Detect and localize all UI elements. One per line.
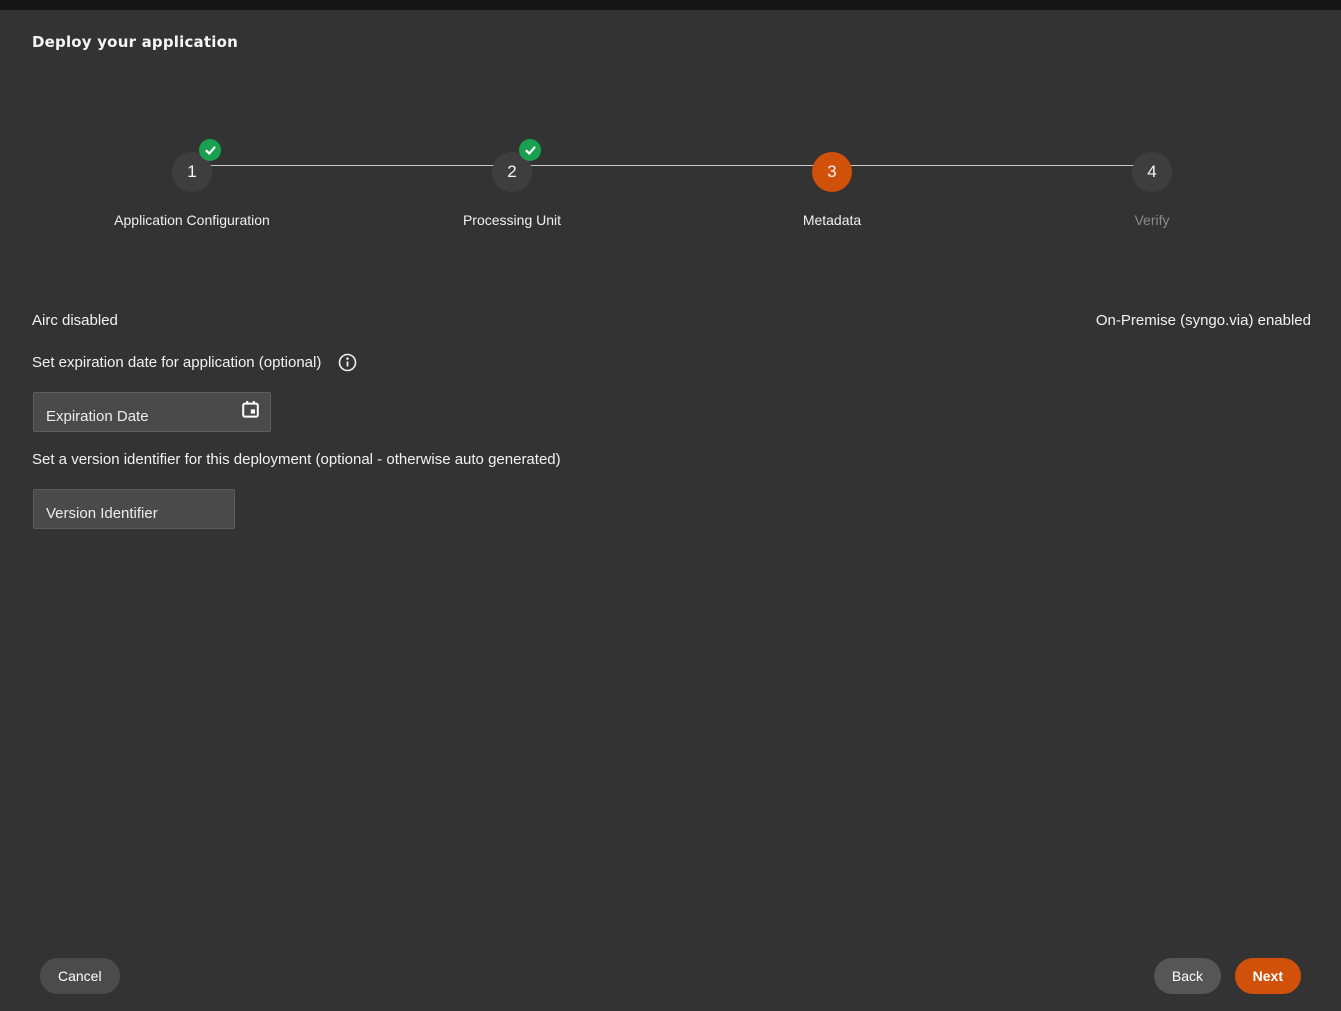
expiration-label: Set expiration date for application (opt… (32, 354, 321, 371)
step-4-label: Verify (992, 212, 1312, 228)
step-1-circle[interactable]: 1 (172, 152, 212, 192)
stepper: 1 Application Configuration 2 Processing… (0, 0, 1341, 240)
step-application-configuration: 1 Application Configuration (32, 152, 352, 228)
step-1-number: 1 (187, 162, 196, 181)
info-icon[interactable] (338, 353, 357, 372)
on-premise-status-text: On-Premise (syngo.via) enabled (1096, 312, 1311, 329)
expiration-label-row: Set expiration date for application (opt… (32, 353, 357, 372)
cancel-button[interactable]: Cancel (40, 958, 120, 994)
step-processing-unit: 2 Processing Unit (352, 152, 672, 228)
next-button[interactable]: Next (1235, 958, 1301, 994)
check-icon (519, 139, 541, 161)
step-1-label: Application Configuration (32, 212, 352, 228)
back-button[interactable]: Back (1154, 958, 1221, 994)
version-identifier-input[interactable] (33, 489, 235, 529)
version-label: Set a version identifier for this deploy… (32, 451, 561, 468)
step-3-label: Metadata (672, 212, 992, 228)
airc-status-text: Airc disabled (32, 312, 118, 329)
check-icon (199, 139, 221, 161)
step-3-number: 3 (827, 162, 836, 181)
version-identifier-field (33, 489, 235, 529)
deploy-application-wizard: Deploy your application 1 Application Co… (0, 0, 1341, 1011)
status-row: Airc disabled On-Premise (syngo.via) ena… (32, 312, 1311, 329)
step-2-circle[interactable]: 2 (492, 152, 532, 192)
step-2-label: Processing Unit (352, 212, 672, 228)
expiration-date-field (33, 392, 271, 432)
step-verify: 4 Verify (992, 152, 1312, 228)
calendar-icon[interactable] (241, 400, 260, 419)
version-label-row: Set a version identifier for this deploy… (32, 451, 561, 468)
expiration-date-input[interactable] (33, 392, 271, 432)
step-4-number: 4 (1147, 162, 1156, 181)
step-3-circle[interactable]: 3 (812, 152, 852, 192)
step-2-number: 2 (507, 162, 516, 181)
step-4-circle[interactable]: 4 (1132, 152, 1172, 192)
step-metadata: 3 Metadata (672, 152, 992, 228)
